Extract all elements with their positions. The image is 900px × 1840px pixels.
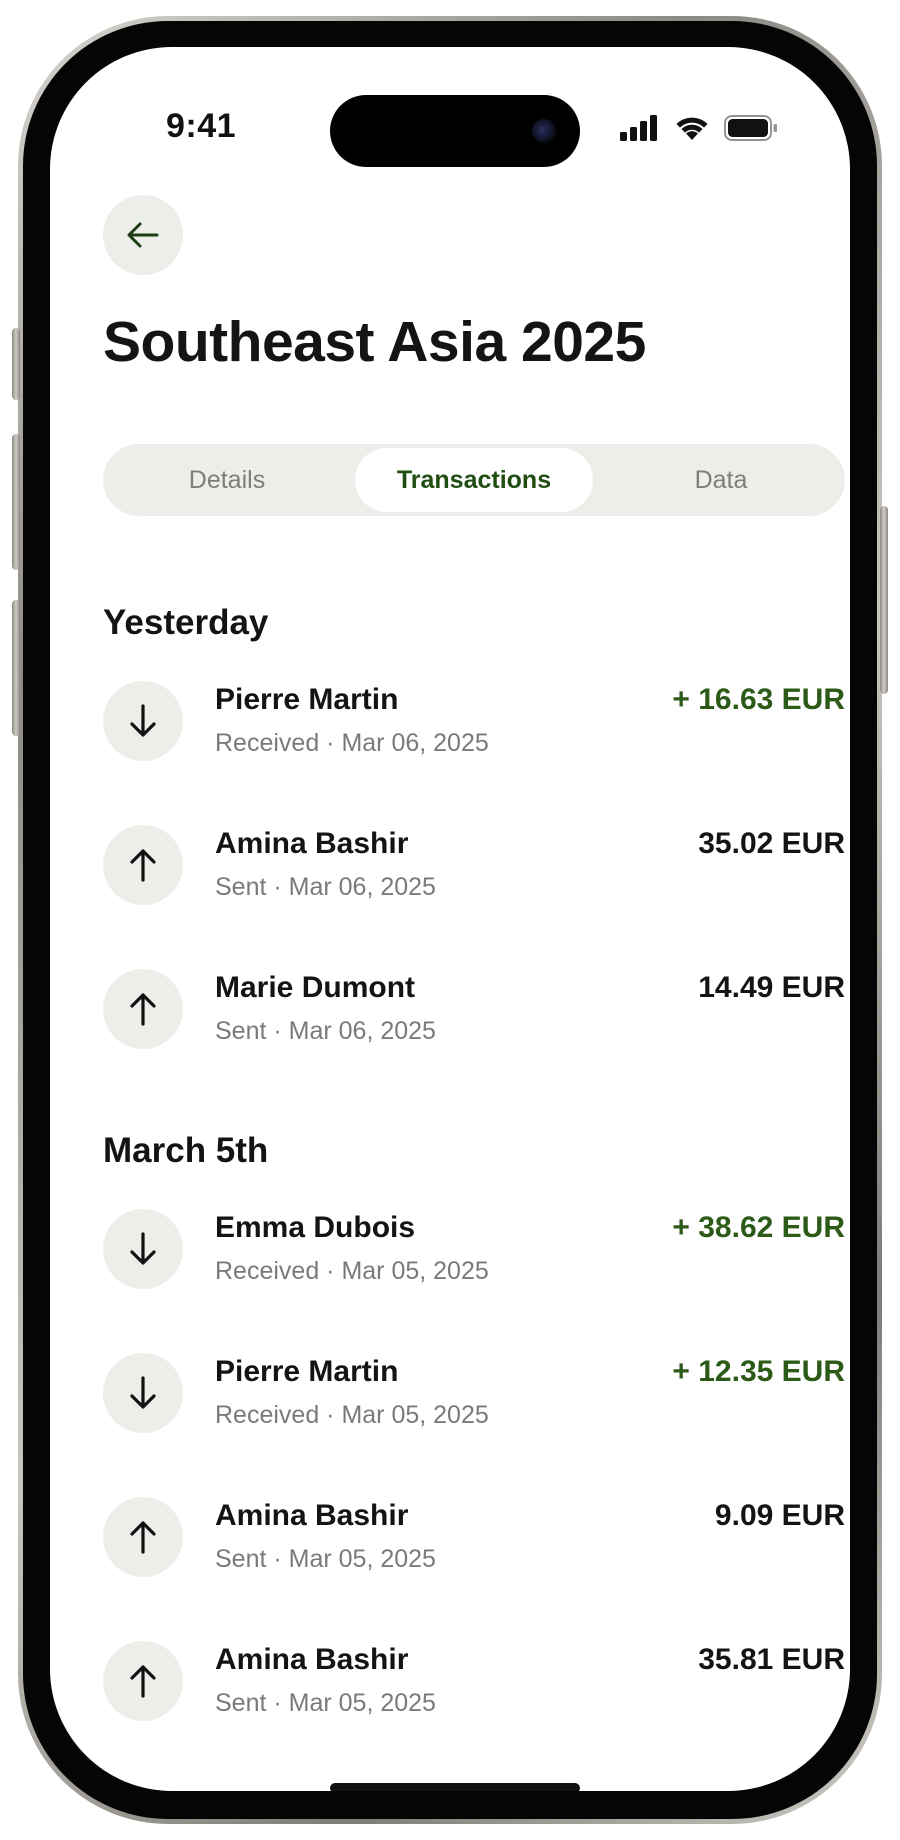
page-title: Southeast Asia 2025 [103, 310, 646, 374]
transaction-detail: Received · Mar 05, 2025 [215, 1257, 489, 1285]
transaction-row[interactable]: Pierre Martin Received · Mar 06, 2025 + … [103, 681, 845, 763]
arrow-up-icon [130, 1521, 156, 1554]
screen: 9:41 Southeast Asia 2025 Details Transac… [50, 47, 850, 1791]
phone-frame: 9:41 Southeast Asia 2025 Details Transac… [12, 16, 888, 1824]
arrow-up-icon [130, 1665, 156, 1698]
arrow-down-icon [130, 1376, 156, 1409]
arrow-up-icon [130, 993, 156, 1026]
sent-badge [103, 969, 183, 1049]
tab-data[interactable]: Data [601, 448, 841, 512]
status-icons [620, 113, 778, 143]
received-badge [103, 1209, 183, 1289]
tab-transactions[interactable]: Transactions [355, 448, 593, 512]
transaction-row[interactable]: Amina Bashir Sent · Mar 05, 2025 9.09 EU… [103, 1497, 845, 1579]
sent-badge [103, 1641, 183, 1721]
status-time: 9:41 [166, 107, 237, 145]
wifi-icon [676, 117, 708, 140]
transaction-detail: Sent · Mar 06, 2025 [215, 873, 436, 901]
sent-badge [103, 1497, 183, 1577]
arrow-down-icon [130, 704, 156, 737]
transaction-name: Pierre Martin [215, 1355, 399, 1388]
sent-badge [103, 825, 183, 905]
transaction-row[interactable]: Amina Bashir Sent · Mar 06, 2025 35.02 E… [103, 825, 845, 907]
segmented-tabs: Details Transactions Data [103, 444, 845, 516]
arrow-up-icon [130, 849, 156, 882]
received-badge [103, 1353, 183, 1433]
transaction-amount: 9.09 EUR [714, 1499, 845, 1532]
transaction-detail: Received · Mar 05, 2025 [215, 1401, 489, 1429]
transaction-amount: + 12.35 EUR [672, 1355, 845, 1388]
section-heading-yesterday: Yesterday [103, 603, 269, 642]
transaction-amount: + 16.63 EUR [672, 683, 845, 716]
transaction-name: Pierre Martin [215, 683, 399, 716]
section-heading-march-5th: March 5th [103, 1131, 269, 1170]
cellular-signal-icon [620, 115, 657, 141]
transaction-row[interactable]: Amina Bashir Sent · Mar 05, 2025 35.81 E… [103, 1641, 845, 1723]
arrow-down-icon [130, 1232, 156, 1265]
transaction-detail: Sent · Mar 05, 2025 [215, 1545, 436, 1573]
transaction-detail: Sent · Mar 05, 2025 [215, 1689, 436, 1717]
back-button[interactable] [103, 195, 183, 275]
transaction-detail: Sent · Mar 06, 2025 [215, 1017, 436, 1045]
transaction-amount: 14.49 EUR [698, 971, 845, 1004]
power-button [880, 506, 888, 694]
volume-down-button [12, 600, 20, 736]
volume-up-button [12, 434, 20, 570]
transaction-row[interactable]: Emma Dubois Received · Mar 05, 2025 + 38… [103, 1209, 845, 1291]
home-indicator[interactable] [330, 1783, 580, 1791]
transaction-name: Amina Bashir [215, 827, 409, 860]
transaction-detail: Received · Mar 06, 2025 [215, 729, 489, 757]
arrow-left-icon [127, 222, 159, 248]
transaction-amount: 35.02 EUR [698, 827, 845, 860]
transaction-name: Amina Bashir [215, 1499, 409, 1532]
transaction-name: Amina Bashir [215, 1643, 409, 1676]
bezel: 9:41 Southeast Asia 2025 Details Transac… [23, 21, 877, 1819]
transaction-name: Emma Dubois [215, 1211, 416, 1244]
received-badge [103, 681, 183, 761]
transaction-amount: 35.81 EUR [698, 1643, 845, 1676]
action-button [12, 328, 20, 400]
transaction-row[interactable]: Pierre Martin Received · Mar 05, 2025 + … [103, 1353, 845, 1435]
dynamic-island [330, 95, 580, 167]
front-camera-icon [532, 119, 556, 143]
tab-details[interactable]: Details [107, 448, 347, 512]
transaction-name: Marie Dumont [215, 971, 416, 1004]
battery-icon [724, 115, 777, 141]
transaction-row[interactable]: Marie Dumont Sent · Mar 06, 2025 14.49 E… [103, 969, 845, 1051]
transaction-amount: + 38.62 EUR [672, 1211, 845, 1244]
